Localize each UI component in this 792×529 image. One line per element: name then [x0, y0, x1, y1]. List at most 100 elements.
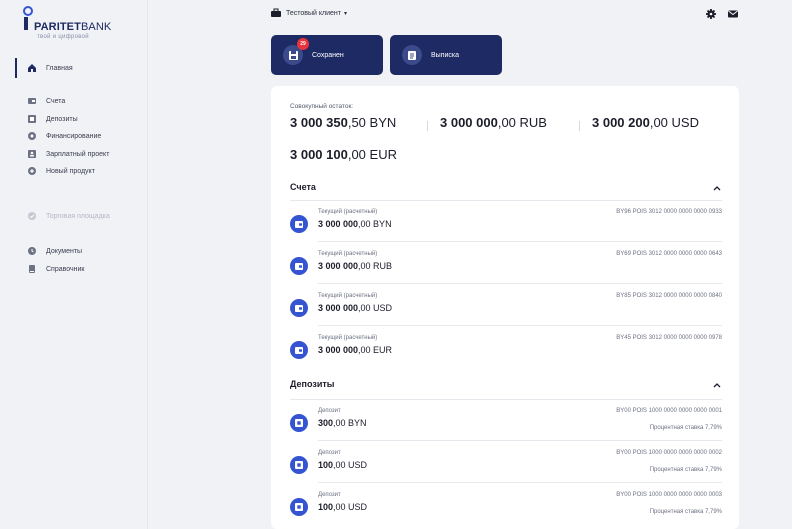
home-icon: [28, 64, 36, 72]
sidebar-item-label: Торговая площадка: [46, 212, 110, 220]
deposit-number: BY00 POIS 1000 0000 0000 0000 0002: [616, 450, 722, 456]
logo-mark-icon: [23, 6, 33, 30]
deposit-row[interactable]: Депозит 300,00 BYN BY00 POIS 1000 0000 0…: [290, 400, 722, 441]
account-type: Текущий (расчетный): [318, 251, 378, 257]
total-balance-label: Совокупный остаток:: [290, 103, 354, 110]
account-icon: [290, 215, 308, 233]
account-icon: [290, 341, 308, 359]
saved-count-badge: 29: [297, 38, 309, 50]
client-name: Тестовый клиент: [286, 9, 342, 17]
deposit-type: Депозит: [318, 492, 341, 498]
gear-icon[interactable]: [706, 6, 716, 19]
sidebar-item-salary[interactable]: Зарплатный проект: [28, 147, 109, 161]
save-icon: 29: [283, 38, 309, 65]
divider: [318, 482, 722, 483]
sidebar-item-documents[interactable]: Документы: [28, 244, 82, 258]
statement-icon: [402, 45, 422, 65]
active-indicator: [15, 58, 17, 78]
account-amount: 3 000 000,00 RUB: [318, 261, 393, 271]
mail-icon[interactable]: [728, 6, 738, 18]
client-selector[interactable]: Тестовый клиент ▾: [271, 7, 347, 19]
financing-icon: [28, 132, 36, 140]
total-rub: 3 000 000,00 RUB: [440, 115, 547, 130]
sidebar-item-label: Главная: [46, 64, 73, 72]
documents-icon: [28, 247, 36, 255]
chevron-up-icon[interactable]: [713, 185, 721, 191]
sidebar-item-reference[interactable]: Справочник: [28, 262, 85, 276]
total-byn: 3 000 350,50 BYN: [290, 115, 397, 130]
statement-button-label: Выписка: [431, 51, 460, 59]
logo[interactable]: PARITETBANK твой и цифровой: [21, 6, 131, 42]
brand-name: PARITETBANK: [34, 21, 112, 33]
plus-icon: [28, 167, 36, 175]
deposit-number: BY00 POIS 1000 0000 0000 0000 0003: [616, 492, 722, 498]
account-number: BY69 POIS 3012 0000 0000 0000 0643: [616, 251, 722, 257]
chevron-down-icon: ▾: [344, 10, 348, 17]
sidebar-item-label: Документы: [46, 247, 83, 255]
deposit-icon: [290, 456, 308, 474]
sidebar-item-deposits[interactable]: Депозиты: [28, 112, 78, 126]
brand-tagline: твой и цифровой: [37, 34, 89, 40]
sidebar-item-label: Зарплатный проект: [46, 150, 110, 158]
saved-button-label: Сохранен: [312, 51, 344, 59]
account-icon: [290, 257, 308, 275]
sidebar-item-financing[interactable]: Финансирование: [28, 129, 101, 143]
account-row[interactable]: Текущий (расчетный) 3 000 000,00 USD BY8…: [290, 285, 722, 326]
account-icon: [290, 299, 308, 317]
deposit-amount: 300,00 BYN: [318, 418, 367, 428]
divider: [427, 121, 428, 131]
divider: [318, 283, 722, 284]
deposit-number: BY00 POIS 1000 0000 0000 0000 0001: [616, 408, 722, 414]
deposit-type: Депозит: [318, 450, 341, 456]
sidebar-item-accounts[interactable]: Счета: [28, 94, 65, 108]
deposit-rate: Процентная ставка 7,79%: [649, 425, 722, 431]
sidebar: PARITETBANK твой и цифровой Главная Счет…: [0, 0, 148, 529]
deposits-icon: [28, 115, 36, 123]
sidebar-item-label: Депозиты: [46, 115, 78, 123]
sidebar-item-home[interactable]: Главная: [28, 61, 73, 75]
sidebar-item-label: Счета: [46, 97, 66, 105]
deposit-rate: Процентная ставка 7,79%: [649, 467, 722, 473]
salary-icon: [28, 150, 36, 158]
divider: [318, 325, 722, 326]
account-amount: 3 000 000,00 BYN: [318, 219, 392, 229]
deposit-rate: Процентная ставка 7,79%: [649, 509, 722, 515]
account-type: Текущий (расчетный): [318, 209, 378, 215]
account-row[interactable]: Текущий (расчетный) 3 000 000,00 RUB BY6…: [290, 243, 722, 284]
sidebar-item-label: Справочник: [46, 265, 85, 273]
deposit-icon: [290, 498, 308, 516]
account-number: BY96 POIS 3012 0000 0000 0000 0933: [616, 209, 722, 215]
statement-button[interactable]: Выписка: [390, 35, 502, 75]
divider: [318, 241, 722, 242]
account-number: BY45 POIS 3012 0000 0000 0000 0978: [616, 335, 722, 341]
accounts-icon: [28, 97, 36, 105]
marketplace-icon: [28, 212, 36, 220]
briefcase-icon: [271, 8, 281, 18]
deposit-row[interactable]: Депозит 100,00 USD BY00 POIS 1000 0000 0…: [290, 484, 722, 525]
sidebar-item-marketplace: Торговая площадка: [28, 209, 110, 223]
account-type: Текущий (расчетный): [318, 335, 378, 341]
account-row[interactable]: Текущий (расчетный) 3 000 000,00 EUR BY4…: [290, 327, 722, 368]
account-type: Текущий (расчетный): [318, 293, 378, 299]
deposit-row[interactable]: Депозит 100,00 USD BY00 POIS 1000 0000 0…: [290, 442, 722, 483]
divider: [318, 440, 722, 441]
chevron-up-icon[interactable]: [713, 382, 721, 388]
sidebar-item-new-product[interactable]: Новый продукт: [28, 164, 95, 178]
deposits-section-title: Депозиты: [290, 379, 335, 389]
sidebar-item-label: Новый продукт: [46, 167, 95, 175]
account-amount: 3 000 000,00 EUR: [318, 345, 393, 355]
deposit-icon: [290, 414, 308, 432]
deposit-type: Депозит: [318, 408, 341, 414]
account-row[interactable]: Текущий (расчетный) 3 000 000,00 BYN BY9…: [290, 201, 722, 242]
book-icon: [28, 265, 36, 273]
deposit-amount: 100,00 USD: [318, 460, 368, 470]
saved-button[interactable]: 29 Сохранен: [271, 35, 383, 75]
account-number: BY85 POIS 3012 0000 0000 0000 0840: [616, 293, 722, 299]
balances-card: Совокупный остаток: 3 000 350,50 BYN 3 0…: [271, 86, 739, 529]
divider: [579, 121, 580, 131]
deposit-amount: 100,00 USD: [318, 502, 368, 512]
total-usd: 3 000 200,00 USD: [592, 115, 699, 130]
account-amount: 3 000 000,00 USD: [318, 303, 393, 313]
accounts-section-title: Счета: [290, 182, 316, 192]
sidebar-item-label: Финансирование: [46, 132, 102, 140]
